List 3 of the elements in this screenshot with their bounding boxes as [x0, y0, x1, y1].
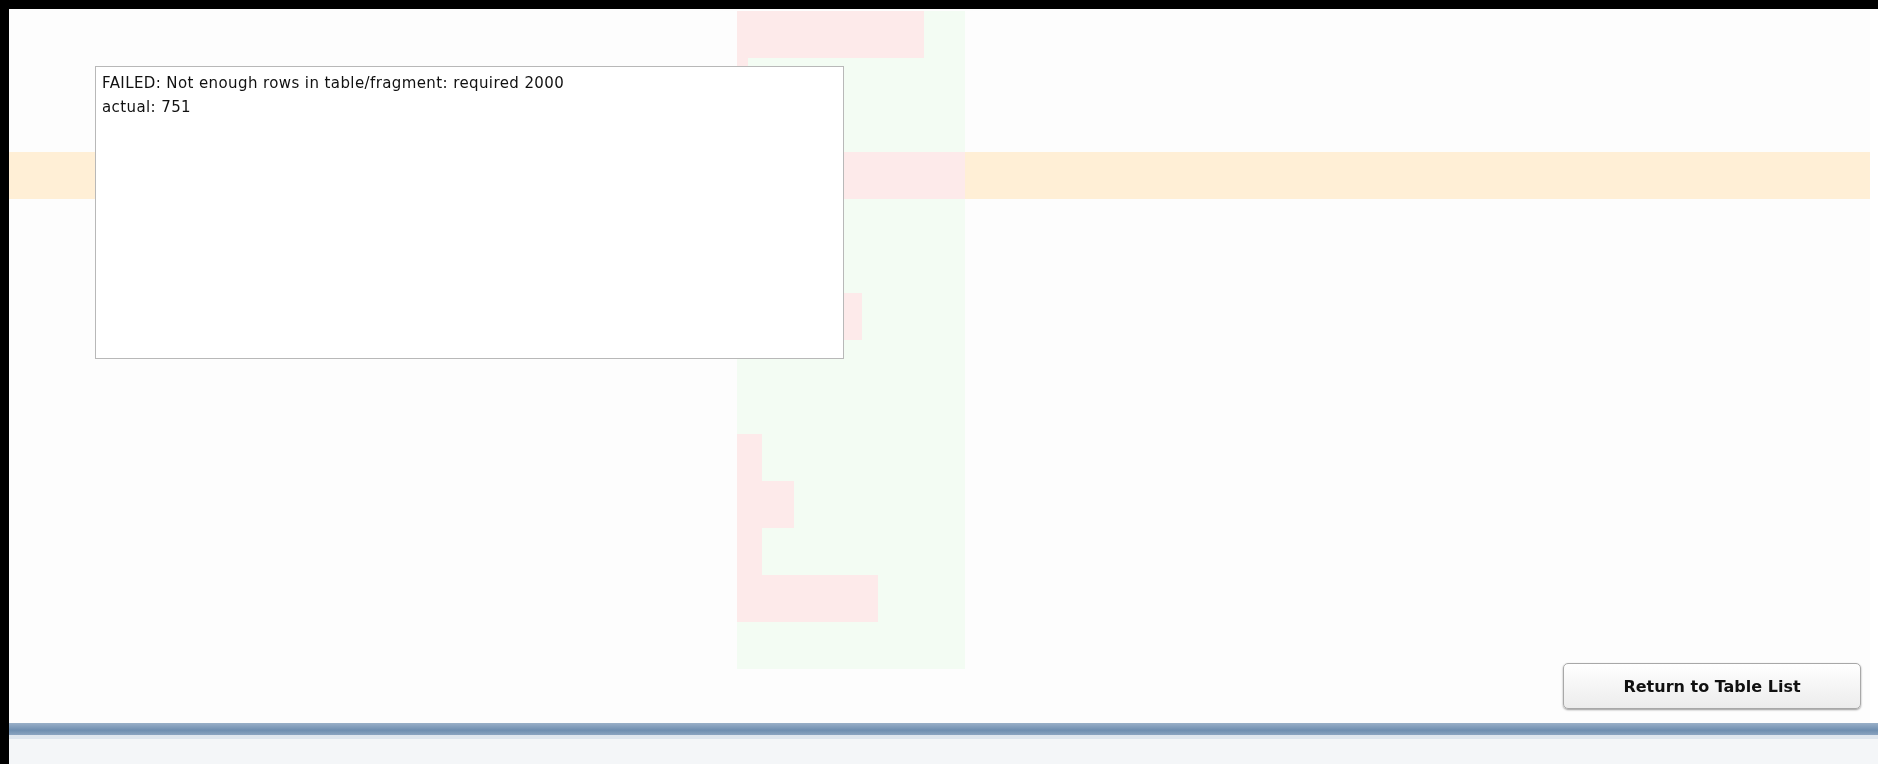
message-text: actual: 751 — [102, 98, 193, 116]
return-button[interactable]: Return to Table List — [1563, 663, 1861, 709]
message-text: FAILED: Not enough rows in table/fragment: required 2000 — [102, 74, 566, 92]
